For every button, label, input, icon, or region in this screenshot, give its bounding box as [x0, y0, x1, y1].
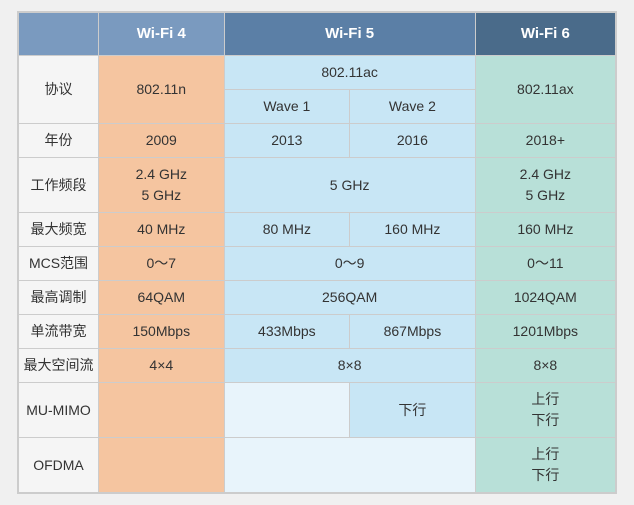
header-empty: [19, 12, 99, 56]
header-wifi5: Wi-Fi 5: [224, 12, 475, 56]
year-wifi4: 2009: [99, 124, 225, 158]
wave2-label: Wave 2: [350, 90, 476, 124]
mcs-wifi5: 0～9: [224, 247, 475, 281]
mcs-row: MCS范围 0～7 0～9 0～11: [19, 247, 616, 281]
sbw-wifi4: 150Mbps: [99, 315, 225, 349]
mod-wifi6: 1024QAM: [475, 281, 615, 315]
year-wave1: 2013: [224, 124, 350, 158]
wave1-label: Wave 1: [224, 90, 350, 124]
spatial-wifi6: 8×8: [475, 349, 615, 383]
mod-wifi5: 256QAM: [224, 281, 475, 315]
label-frequency: 工作频段: [19, 158, 99, 213]
header-wifi6: Wi-Fi 6: [475, 12, 615, 56]
mu-mimo-row: MU-MIMO 下行 上行下行: [19, 383, 616, 438]
label-protocol: 协议: [19, 56, 99, 124]
mcs-wifi6: 0～11: [475, 247, 615, 281]
bw-wifi4: 40 MHz: [99, 213, 225, 247]
sbw-wave1: 433Mbps: [224, 315, 350, 349]
freq-wifi4: 2.4 GHz5 GHz: [99, 158, 225, 213]
year-wave2: 2016: [350, 124, 476, 158]
freq-wifi5: 5 GHz: [224, 158, 475, 213]
header-row: Wi-Fi 4 Wi-Fi 5 Wi-Fi 6: [19, 12, 616, 56]
mod-wifi4: 64QAM: [99, 281, 225, 315]
bw-wifi6: 160 MHz: [475, 213, 615, 247]
bandwidth-row: 最大频宽 40 MHz 80 MHz 160 MHz 160 MHz: [19, 213, 616, 247]
bw-wave1: 80 MHz: [224, 213, 350, 247]
label-mcs: MCS范围: [19, 247, 99, 281]
ofdma-wifi6: 上行下行: [475, 438, 615, 493]
protocol-row: 协议 802.11n 802.11ac 802.11ax: [19, 56, 616, 90]
mumimo-wifi6: 上行下行: [475, 383, 615, 438]
freq-wifi6: 2.4 GHz5 GHz: [475, 158, 615, 213]
protocol-wifi5-header: 802.11ac: [224, 56, 475, 90]
spatial-wifi4: 4×4: [99, 349, 225, 383]
year-wifi6: 2018+: [475, 124, 615, 158]
label-stream-bw: 单流带宽: [19, 315, 99, 349]
label-year: 年份: [19, 124, 99, 158]
spatial-wifi5: 8×8: [224, 349, 475, 383]
ofdma-wifi5: [224, 438, 475, 493]
modulation-row: 最高调制 64QAM 256QAM 1024QAM: [19, 281, 616, 315]
ofdma-wifi4: [99, 438, 225, 493]
label-bandwidth: 最大频宽: [19, 213, 99, 247]
stream-bw-row: 单流带宽 150Mbps 433Mbps 867Mbps 1201Mbps: [19, 315, 616, 349]
spatial-row: 最大空间流 4×4 8×8 8×8: [19, 349, 616, 383]
protocol-wifi6: 802.11ax: [475, 56, 615, 124]
label-spatial: 最大空间流: [19, 349, 99, 383]
bw-wave2: 160 MHz: [350, 213, 476, 247]
frequency-row: 工作频段 2.4 GHz5 GHz 5 GHz 2.4 GHz5 GHz: [19, 158, 616, 213]
label-mu-mimo: MU-MIMO: [19, 383, 99, 438]
label-modulation: 最高调制: [19, 281, 99, 315]
protocol-wifi4: 802.11n: [99, 56, 225, 124]
mumimo-wave2: 下行: [350, 383, 476, 438]
mcs-wifi4: 0～7: [99, 247, 225, 281]
mumimo-wifi4: [99, 383, 225, 438]
year-row: 年份 2009 2013 2016 2018+: [19, 124, 616, 158]
sbw-wifi6: 1201Mbps: [475, 315, 615, 349]
comparison-table: Wi-Fi 4 Wi-Fi 5 Wi-Fi 6 协议 802.11n 802.1…: [17, 11, 617, 495]
label-ofdma: OFDMA: [19, 438, 99, 493]
sbw-wave2: 867Mbps: [350, 315, 476, 349]
ofdma-row: OFDMA 上行下行: [19, 438, 616, 493]
header-wifi4: Wi-Fi 4: [99, 12, 225, 56]
mumimo-wave1: [224, 383, 350, 438]
